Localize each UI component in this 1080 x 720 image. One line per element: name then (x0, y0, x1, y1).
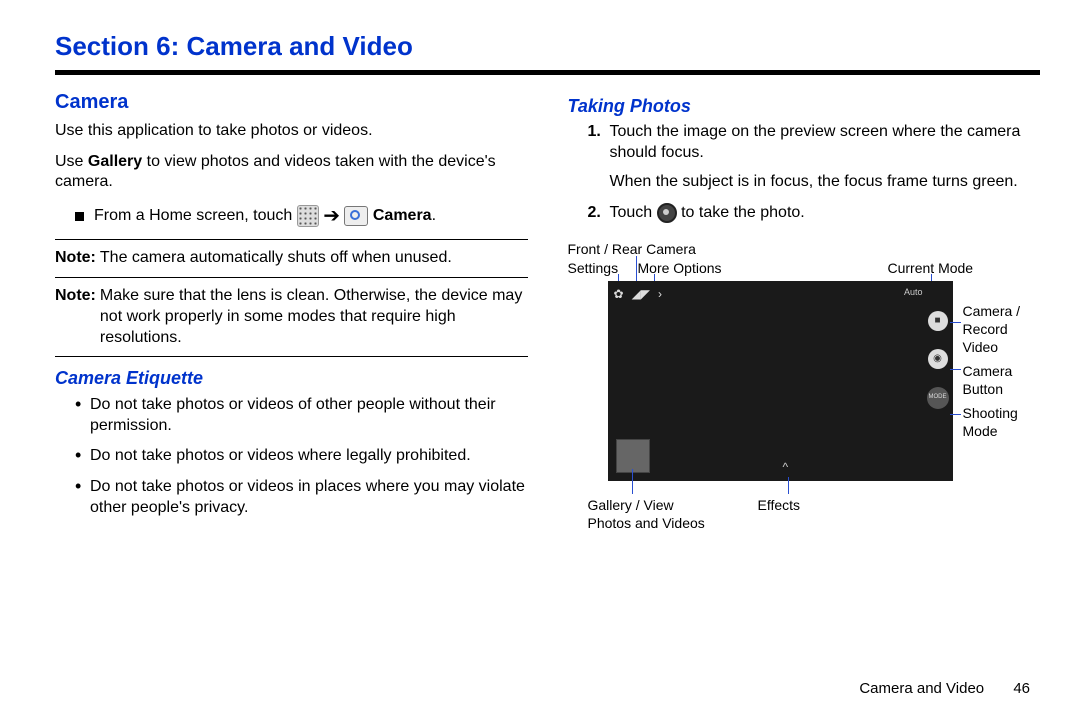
shutter-button-icon (657, 203, 677, 223)
label-front-rear: Front / Rear Camera (568, 240, 696, 258)
step-1-continued: When the subject is in focus, the focus … (610, 172, 1041, 193)
camera-intro-2: Use Gallery to view photos and videos ta… (55, 152, 528, 194)
gallery-bold: Gallery (88, 153, 142, 170)
step-2: 2. Touch to take the photo. (588, 203, 1041, 224)
page-footer: Camera and Video 46 (859, 679, 1030, 699)
text: From a Home screen, touch (94, 207, 297, 224)
current-mode-text: Auto (904, 287, 923, 299)
label-settings: Settings (568, 259, 619, 277)
taking-photos-steps: 1. Touch the image on the preview screen… (568, 122, 1041, 223)
note-1: Note: The camera automatically shuts off… (55, 248, 528, 269)
camera-right-controls: ■ ◉ MODE (926, 281, 950, 481)
etiquette-list: Do not take photos or videos of other pe… (55, 395, 528, 519)
page-number: 46 (1013, 679, 1030, 699)
label-camera-button: Camera Button (963, 362, 1033, 398)
label-more-options: More Options (638, 259, 722, 277)
leader-line (632, 469, 633, 494)
label-gallery-view: Gallery / View Photos and Videos (588, 496, 718, 532)
chevron-right-icon: › (658, 287, 662, 303)
step-1: 1. Touch the image on the preview screen… (588, 122, 1041, 192)
section-title: Section 6: Camera and Video (55, 30, 1040, 64)
camera-preview-screen: ✿ ◢◤ › Auto ■ ◉ MODE ^ (608, 281, 953, 481)
leader-line (950, 322, 961, 323)
text: Use (55, 153, 88, 170)
right-column: Taking Photos 1. Touch the image on the … (568, 85, 1041, 534)
rule (55, 239, 528, 240)
rule (55, 356, 528, 357)
launch-step: From a Home screen, touch ➔ Camera. (55, 203, 528, 229)
gear-icon: ✿ (614, 287, 624, 303)
leader-line (950, 369, 961, 370)
camera-bold: Camera (373, 207, 432, 224)
label-shooting-mode: Shooting Mode (963, 404, 1033, 440)
effects-chevron-icon: ^ (783, 460, 789, 476)
label-effects: Effects (758, 496, 801, 514)
camera-top-icons: ✿ ◢◤ › (614, 287, 663, 303)
label-record-video: Camera / Record Video (963, 302, 1033, 357)
note-label: Note: (55, 248, 96, 269)
heading-etiquette: Camera Etiquette (55, 367, 528, 390)
two-column-layout: Camera Use this application to take phot… (55, 85, 1040, 534)
rule (55, 277, 528, 278)
heading-camera: Camera (55, 89, 528, 115)
camera-intro-1: Use this application to take photos or v… (55, 121, 528, 142)
text: to take the photo. (681, 204, 805, 221)
list-item: Do not take photos or videos in places w… (75, 477, 528, 519)
step-text: Touch the image on the preview screen wh… (610, 123, 1021, 161)
step-number: 2. (588, 203, 601, 224)
heading-taking-photos: Taking Photos (568, 95, 1041, 118)
leader-line (788, 477, 789, 494)
apps-grid-icon (297, 205, 319, 227)
note-label: Note: (55, 286, 96, 348)
note-2: Note: Make sure that the lens is clean. … (55, 286, 528, 348)
text: Touch (610, 204, 657, 221)
record-video-icon: ■ (928, 311, 948, 331)
camera-ui-diagram: Settings Front / Rear Camera More Option… (568, 234, 1028, 534)
step-number: 1. (588, 122, 601, 143)
camera-app-icon (344, 206, 368, 226)
left-column: Camera Use this application to take phot… (55, 85, 528, 534)
camera-shutter-icon: ◉ (928, 349, 948, 369)
text: . (432, 207, 436, 224)
list-item: Do not take photos or videos where legal… (75, 446, 528, 467)
list-item: Do not take photos or videos of other pe… (75, 395, 528, 437)
footer-section-name: Camera and Video (859, 680, 984, 697)
arrow-right-icon: ➔ (323, 205, 340, 227)
leader-line (950, 414, 961, 415)
section-rule (55, 70, 1040, 75)
launch-step-text: From a Home screen, touch ➔ Camera. (94, 203, 436, 229)
note-text: The camera automatically shuts off when … (100, 248, 452, 269)
square-bullet-icon (75, 212, 84, 221)
gallery-thumb-icon (616, 439, 650, 473)
mode-button-icon: MODE (927, 387, 949, 409)
note-text: Make sure that the lens is clean. Otherw… (100, 286, 528, 348)
switch-camera-icon: ◢◤ (632, 287, 650, 303)
